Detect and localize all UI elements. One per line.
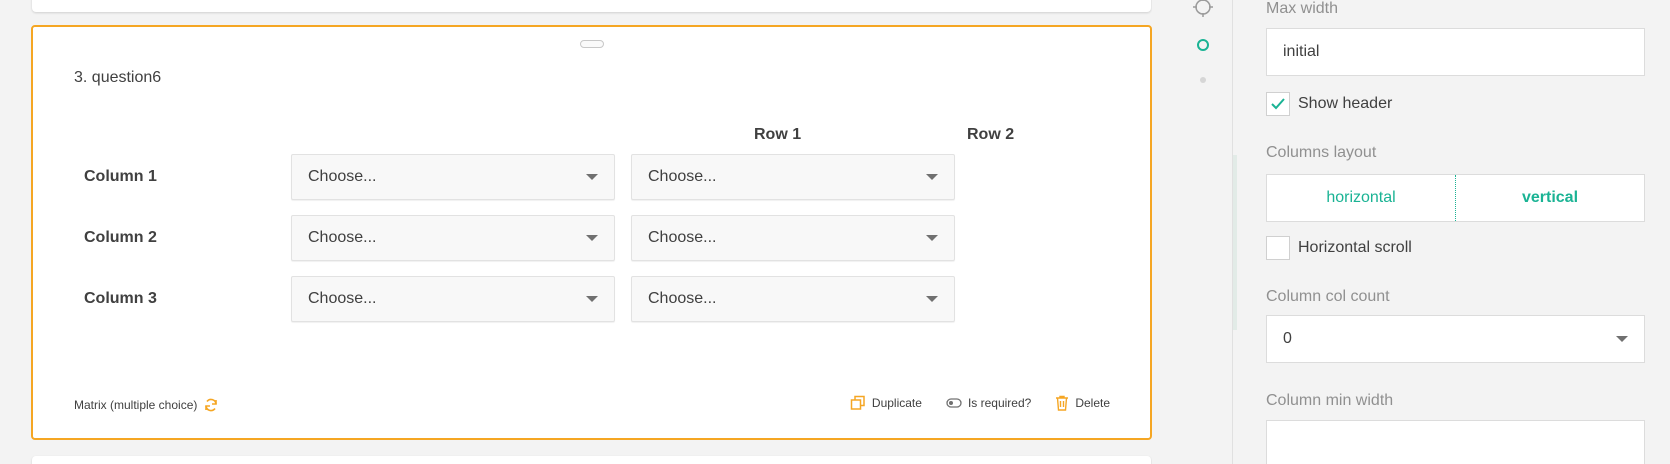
show-header-label: Show header — [1298, 95, 1393, 112]
duplicate-label: Duplicate — [871, 396, 922, 410]
max-width-value: initial — [1283, 43, 1320, 60]
toggle-icon — [946, 398, 962, 408]
is-required-label: Is required? — [967, 396, 1032, 410]
panel-scroll-indicator[interactable] — [1233, 155, 1237, 330]
column-col-count-value: 0 — [1283, 330, 1292, 347]
cell-dropdown[interactable]: Choose... — [291, 215, 615, 261]
circle-icon[interactable] — [1196, 38, 1210, 52]
dropdown-placeholder: Choose... — [648, 168, 717, 185]
dropdown-placeholder: Choose... — [308, 168, 377, 185]
properties-panel: Max width initial Show header Columns la… — [1232, 0, 1670, 464]
chevron-down-icon — [586, 235, 598, 241]
columns-layout-label: Columns layout — [1266, 144, 1377, 161]
column-min-width-label: Column min width — [1266, 392, 1394, 409]
layout-option-vertical[interactable]: vertical — [1455, 175, 1644, 221]
chevron-down-icon — [586, 174, 598, 180]
cell-dropdown[interactable]: Choose... — [631, 215, 955, 261]
horizontal-scroll-checkbox[interactable] — [1266, 236, 1290, 260]
next-question-card[interactable] — [32, 456, 1151, 464]
max-width-label: Max width — [1266, 0, 1339, 17]
matrix-column-label: Column 3 — [84, 290, 157, 307]
column-col-count-label: Column col count — [1266, 288, 1390, 305]
drag-handle-icon[interactable] — [580, 40, 604, 48]
matrix-column-label: Column 2 — [84, 229, 157, 246]
cell-dropdown[interactable]: Choose... — [631, 154, 955, 200]
side-toolbar — [1152, 0, 1232, 464]
chevron-down-icon — [586, 296, 598, 302]
horizontal-scroll-label: Horizontal scroll — [1298, 239, 1412, 256]
delete-label: Delete — [1075, 396, 1110, 410]
dropdown-placeholder: Choose... — [648, 290, 717, 307]
cell-dropdown[interactable]: Choose... — [291, 154, 615, 200]
copy-icon — [850, 395, 865, 410]
question-type-selector[interactable]: Matrix (multiple choice) — [74, 397, 219, 413]
question-card[interactable]: 3. question6 Row 1 Row 2 Column 1 Column… — [31, 25, 1152, 440]
question-type-label: Matrix (multiple choice) — [74, 398, 198, 412]
matrix-column-label: Column 1 — [84, 168, 157, 185]
columns-layout-selector: horizontal vertical — [1266, 174, 1645, 222]
dropdown-placeholder: Choose... — [308, 290, 377, 307]
cell-dropdown[interactable]: Choose... — [631, 276, 955, 322]
column-col-count-select[interactable]: 0 — [1266, 315, 1645, 363]
check-icon — [1271, 98, 1285, 110]
chevron-down-icon — [1616, 336, 1628, 342]
previous-question-card[interactable] — [32, 0, 1151, 12]
chevron-down-icon — [926, 174, 938, 180]
dropdown-placeholder: Choose... — [308, 229, 377, 246]
chevron-down-icon — [926, 235, 938, 241]
chevron-down-icon — [926, 296, 938, 302]
cell-dropdown[interactable]: Choose... — [291, 276, 615, 322]
delete-button[interactable]: Delete — [1055, 395, 1110, 411]
question-title[interactable]: 3. question6 — [74, 69, 161, 87]
matrix-row-header: Row 2 — [967, 126, 1015, 143]
is-required-toggle[interactable]: Is required? — [946, 395, 1031, 411]
layout-option-horizontal[interactable]: horizontal — [1267, 175, 1455, 221]
trash-icon — [1056, 395, 1069, 411]
dropdown-placeholder: Choose... — [648, 229, 717, 246]
column-min-width-input[interactable] — [1266, 420, 1645, 464]
dot-icon — [1200, 77, 1206, 83]
matrix-row-header: Row 1 — [754, 126, 802, 143]
refresh-icon[interactable] — [203, 397, 219, 413]
target-icon[interactable] — [1192, 0, 1214, 18]
show-header-checkbox[interactable] — [1266, 92, 1290, 116]
duplicate-button[interactable]: Duplicate — [850, 395, 922, 411]
max-width-input[interactable]: initial — [1266, 28, 1645, 76]
